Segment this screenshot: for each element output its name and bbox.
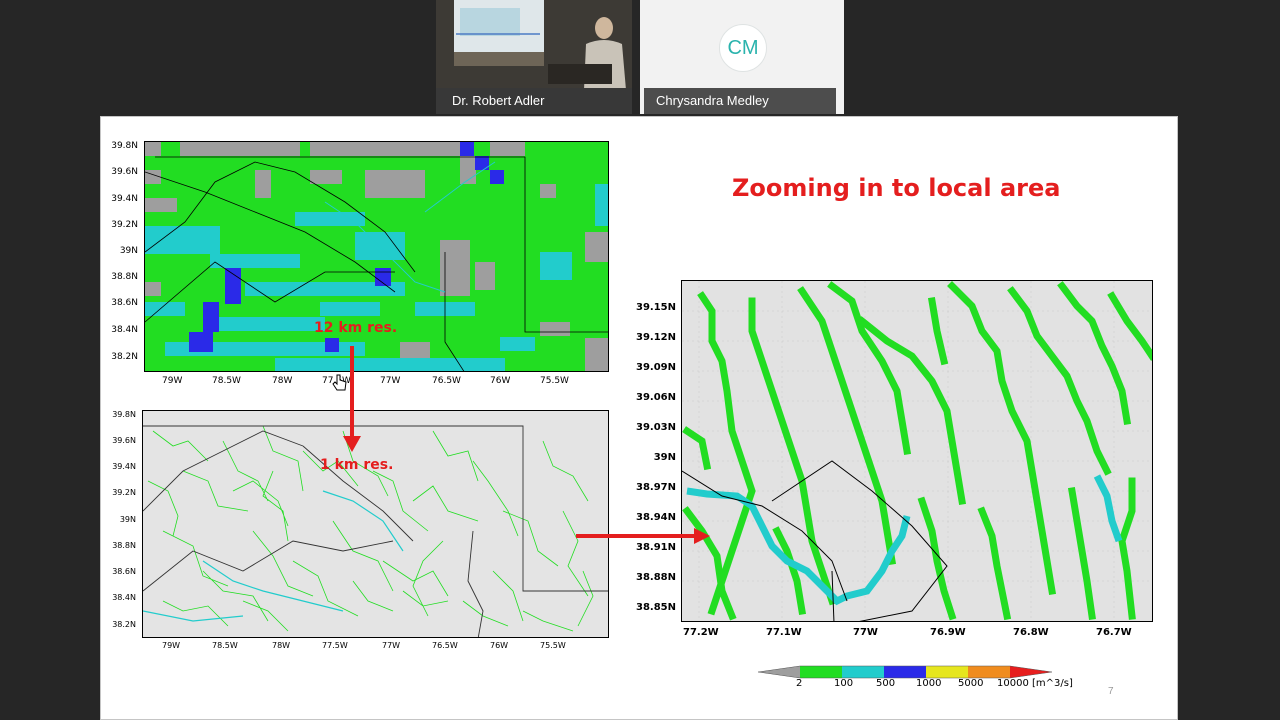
x-tick: 76.5W xyxy=(432,376,461,386)
x-tick: 76.5W xyxy=(432,641,458,650)
y-tick: 39.12N xyxy=(636,332,676,343)
annotation-1km: 1 km res. xyxy=(320,457,394,473)
legend-label: 500 xyxy=(876,678,896,689)
map-12km xyxy=(144,141,609,372)
x-tick: 77W xyxy=(382,641,401,650)
y-tick: 39.8N xyxy=(111,141,138,151)
y-tick: 39.8N xyxy=(112,410,136,419)
participant-name: Dr. Robert Adler xyxy=(452,93,545,108)
y-tick: 38.4N xyxy=(112,593,136,602)
y-tick: 38.91N xyxy=(636,542,676,553)
y-tick: 38.94N xyxy=(636,512,676,523)
x-tick: 77W xyxy=(853,627,878,638)
x-tick: 77.5W xyxy=(322,641,348,650)
y-tick: 39.4N xyxy=(112,462,136,471)
y-tick: 39N xyxy=(119,515,136,524)
y-tick: 39.06N xyxy=(636,392,676,403)
y-tick: 39.03N xyxy=(636,422,676,433)
slide-title: Zooming in to local area xyxy=(732,174,1061,202)
y-tick: 38.97N xyxy=(636,482,676,493)
map-zoom xyxy=(681,280,1153,622)
map-1km-rivers xyxy=(143,425,608,637)
y-tick: 39.4N xyxy=(111,194,138,204)
y-tick: 38.6N xyxy=(111,298,138,308)
participant-tile-presenter[interactable]: Dr. Robert Adler xyxy=(436,0,632,114)
y-tick: 38.6N xyxy=(112,567,136,576)
x-tick: 76.7W xyxy=(1096,627,1132,638)
x-tick: 78W xyxy=(272,641,291,650)
y-tick: 38.2N xyxy=(112,620,136,629)
x-tick: 75.5W xyxy=(540,641,566,650)
legend-label: 1000 xyxy=(916,678,942,689)
x-tick: 77.2W xyxy=(683,627,719,638)
map-12km-grid xyxy=(145,142,608,371)
y-tick: 38.8N xyxy=(111,272,138,282)
legend-label: 5000 xyxy=(958,678,984,689)
x-tick: 76W xyxy=(490,641,509,650)
participant-name: Chrysandra Medley xyxy=(656,93,769,108)
legend-label: 2 xyxy=(796,678,803,689)
slide-page-number: 7 xyxy=(1108,686,1114,697)
legend-colorbar xyxy=(758,665,1053,679)
x-tick: 77.1W xyxy=(766,627,802,638)
hand-cursor-icon xyxy=(332,374,347,391)
legend-label: 10000 [m^3/s] xyxy=(997,678,1073,689)
x-tick: 76.9W xyxy=(930,627,966,638)
x-tick: 76W xyxy=(490,376,511,386)
y-tick: 39.6N xyxy=(111,167,138,177)
x-tick: 78.5W xyxy=(212,641,238,650)
y-tick: 38.88N xyxy=(636,572,676,583)
y-tick: 38.2N xyxy=(111,352,138,362)
y-tick: 39.15N xyxy=(636,302,676,313)
y-tick: 38.85N xyxy=(636,602,676,613)
map-zoom-rivers xyxy=(682,281,1152,621)
avatar: CM xyxy=(719,24,767,72)
y-tick: 39.2N xyxy=(112,488,136,497)
x-tick: 77W xyxy=(380,376,401,386)
y-tick: 38.8N xyxy=(112,541,136,550)
participant-tile-avatar[interactable]: CM Chrysandra Medley xyxy=(640,0,844,114)
y-tick: 39.6N xyxy=(112,436,136,445)
y-tick: 39N xyxy=(119,246,138,256)
y-tick: 39.2N xyxy=(111,220,138,230)
y-tick: 38.4N xyxy=(111,325,138,335)
x-tick: 79W xyxy=(162,641,181,650)
x-tick: 78W xyxy=(272,376,293,386)
x-tick: 79W xyxy=(162,376,183,386)
x-tick: 76.8W xyxy=(1013,627,1049,638)
y-tick: 39.09N xyxy=(636,362,676,373)
annotation-12km: 12 km res. xyxy=(314,320,398,336)
legend-label: 100 xyxy=(834,678,854,689)
x-tick: 75.5W xyxy=(540,376,569,386)
x-tick: 78.5W xyxy=(212,376,241,386)
map-1km xyxy=(142,410,609,638)
y-tick: 39N xyxy=(653,452,676,463)
